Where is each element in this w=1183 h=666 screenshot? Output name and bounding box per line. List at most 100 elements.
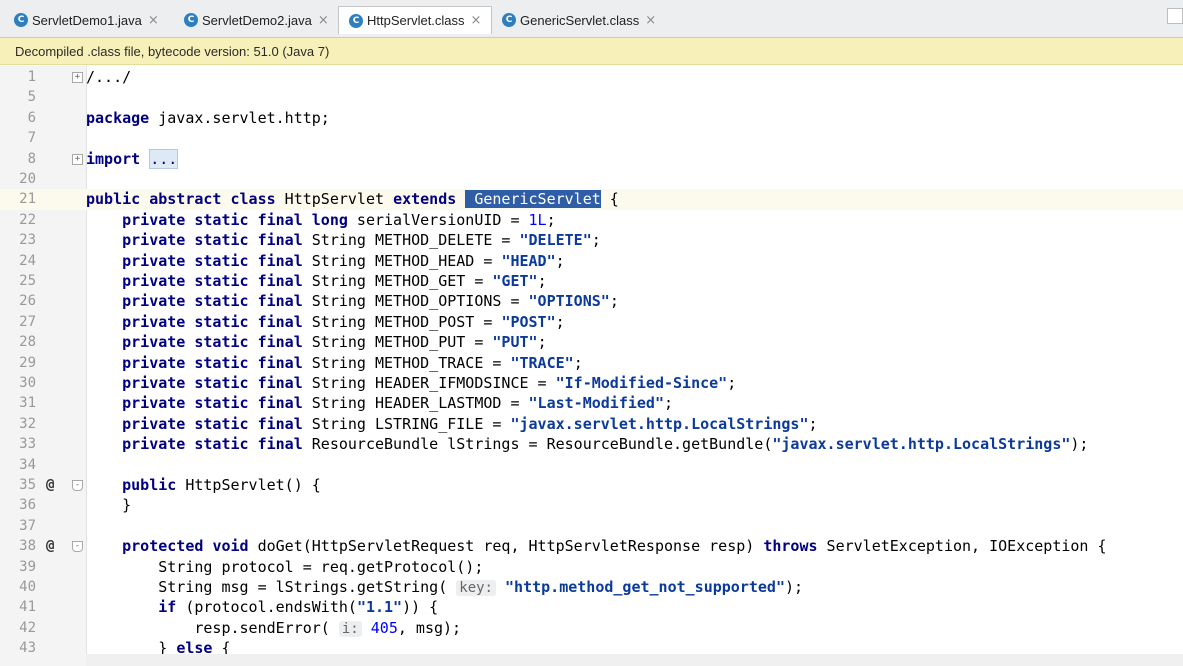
code-line[interactable]: 33 private static final ResourceBundle l…	[0, 434, 1183, 454]
code-line[interactable]: 34	[0, 455, 1183, 475]
line-number: 24	[19, 252, 36, 269]
code-text: if (protocol.endsWith("1.1")) {	[158, 598, 439, 617]
class-c-icon: C	[184, 13, 198, 27]
code-text: protected void doGet(HttpServletRequest …	[122, 537, 1107, 556]
code-line[interactable]: 23 private static final String METHOD_DE…	[0, 230, 1183, 250]
code-line[interactable]: 28 private static final String METHOD_PU…	[0, 332, 1183, 352]
code-text: import ...	[86, 148, 179, 169]
close-icon[interactable]: ×	[148, 13, 159, 28]
tab-servletdemo2[interactable]: C ServletDemo2.java ×	[170, 8, 338, 32]
line-number: 8	[27, 150, 36, 167]
class-c-icon: C	[502, 13, 516, 27]
line-number: 7	[27, 130, 36, 147]
line-number: 27	[19, 313, 36, 330]
selected-identifier[interactable]: GenericServlet	[465, 190, 601, 209]
code-text: private static final String LSTRING_FILE…	[122, 414, 818, 433]
horizontal-scrollbar[interactable]	[86, 654, 1183, 666]
code-text: /.../	[86, 68, 132, 86]
code-line[interactable]: 39 String protocol = req.getProtocol();	[0, 557, 1183, 577]
code-line[interactable]: 22 private static final long serialVersi…	[0, 210, 1183, 230]
close-icon[interactable]: ×	[318, 13, 329, 28]
override-marker-icon[interactable]: @	[46, 536, 54, 556]
code-text: private static final String METHOD_DELET…	[122, 231, 601, 250]
code-line[interactable]: 30 private static final String HEADER_IF…	[0, 373, 1183, 393]
code-text: String protocol = req.getProtocol();	[86, 557, 484, 576]
line-number: 35	[19, 477, 36, 493]
line-number: 25	[19, 273, 36, 289]
override-marker-icon[interactable]: @	[46, 475, 54, 495]
fold-expand-icon[interactable]: +	[72, 72, 83, 83]
code-line[interactable]: 1 +/.../	[0, 67, 1183, 87]
param-hint: key:	[456, 580, 496, 596]
code-line[interactable]: 7	[0, 128, 1183, 148]
code-line[interactable]: 35 @ - public HttpServlet() {	[0, 475, 1183, 495]
code-text: private static final long serialVersionU…	[122, 210, 556, 229]
code-text: String msg = lStrings.getString( key: "h…	[86, 578, 804, 596]
code-text: private static final String HEADER_LASTM…	[122, 394, 674, 413]
tab-genericservlet-class[interactable]: C GenericServlet.class ×	[492, 8, 664, 32]
code-text: private static final String METHOD_TRACE…	[122, 353, 583, 372]
fold-toggle-icon[interactable]: -	[72, 541, 83, 553]
code-line[interactable]: 6 package javax.servlet.http;	[0, 108, 1183, 128]
code-line[interactable]: 8 + import ...	[0, 148, 1183, 169]
code-editor[interactable]: 1 +/.../5 6 package javax.servlet.http; 7 8 + i…	[0, 66, 1183, 666]
code-line[interactable]: 32 private static final String LSTRING_F…	[0, 414, 1183, 434]
line-number: 28	[19, 334, 36, 351]
param-hint: i:	[338, 620, 362, 637]
code-line[interactable]: 36 }	[0, 495, 1183, 515]
line-number: 32	[19, 415, 36, 432]
code-line[interactable]: 38 @ - protected void doGet(HttpServletReq…	[0, 536, 1183, 556]
code-line[interactable]: 24 private static final String METHOD_HE…	[0, 251, 1183, 271]
code-line[interactable]: 29 private static final String METHOD_TR…	[0, 353, 1183, 373]
line-number: 30	[19, 375, 36, 391]
code-text: private static final ResourceBundle lStr…	[122, 435, 1089, 454]
line-number: 39	[19, 558, 36, 575]
code-text: private static final String METHOD_GET =…	[122, 272, 547, 290]
code-text: resp.sendError( i: 405, msg);	[86, 618, 462, 637]
line-number: 43	[19, 640, 36, 657]
tab-overflow-box[interactable]	[1167, 8, 1183, 24]
code-line[interactable]: 41 if (protocol.endsWith("1.1")) {	[0, 597, 1183, 617]
tab-servletdemo1[interactable]: C ServletDemo1.java ×	[0, 8, 165, 32]
line-number: 33	[19, 436, 36, 453]
code-line[interactable]: 40 String msg = lStrings.getString( key:…	[0, 577, 1183, 597]
code-text: }	[86, 496, 132, 515]
class-c-icon: C	[14, 13, 28, 27]
fold-expand-icon[interactable]: +	[72, 153, 83, 165]
code-line[interactable]: 42 resp.sendError( i: 405, msg);	[0, 618, 1183, 638]
line-number: 22	[19, 211, 36, 228]
code-line[interactable]: 21 public abstract class HttpServlet exte…	[0, 189, 1183, 210]
line-number: 5	[27, 89, 36, 106]
code-line[interactable]: 20	[0, 169, 1183, 189]
code-text: private static final String METHOD_HEAD …	[122, 251, 565, 270]
close-icon[interactable]: ×	[645, 13, 656, 28]
code-text: package javax.servlet.http;	[86, 108, 330, 127]
code-line[interactable]: 5	[0, 87, 1183, 107]
code-line[interactable]: 26 private static final String METHOD_OP…	[0, 291, 1183, 311]
code-line[interactable]: 37	[0, 516, 1183, 536]
line-number: 6	[27, 109, 36, 126]
collapsed-imports[interactable]: ...	[149, 148, 179, 169]
code-line[interactable]: 27 private static final String METHOD_PO…	[0, 312, 1183, 332]
line-number: 23	[19, 232, 36, 249]
line-number: 1	[27, 69, 36, 85]
line-number: 38	[19, 538, 36, 555]
class-c-icon: C	[349, 13, 363, 28]
line-number: 42	[19, 619, 36, 636]
code-text: public HttpServlet() {	[122, 476, 321, 494]
line-number: 40	[19, 579, 36, 595]
line-number: 41	[19, 599, 36, 616]
editor-tab-bar: C ServletDemo1.java × C ServletDemo2.jav…	[0, 0, 1183, 38]
code-line[interactable]: 31 private static final String HEADER_LA…	[0, 393, 1183, 413]
line-number: 29	[19, 354, 36, 371]
tab-httpservlet-class[interactable]: C HttpServlet.class ×	[338, 6, 492, 34]
tab-label: ServletDemo1.java	[32, 12, 142, 28]
close-icon[interactable]: ×	[471, 13, 482, 28]
code-text: private static final String METHOD_PUT =…	[122, 333, 547, 352]
line-number: 26	[19, 293, 36, 310]
tab-label: ServletDemo2.java	[202, 12, 312, 28]
line-number: 36	[19, 497, 36, 514]
code-text: public abstract class HttpServlet extend…	[86, 190, 619, 209]
code-line[interactable]: 25 private static final String METHOD_GE…	[0, 271, 1183, 291]
fold-toggle-icon[interactable]: -	[72, 480, 83, 491]
